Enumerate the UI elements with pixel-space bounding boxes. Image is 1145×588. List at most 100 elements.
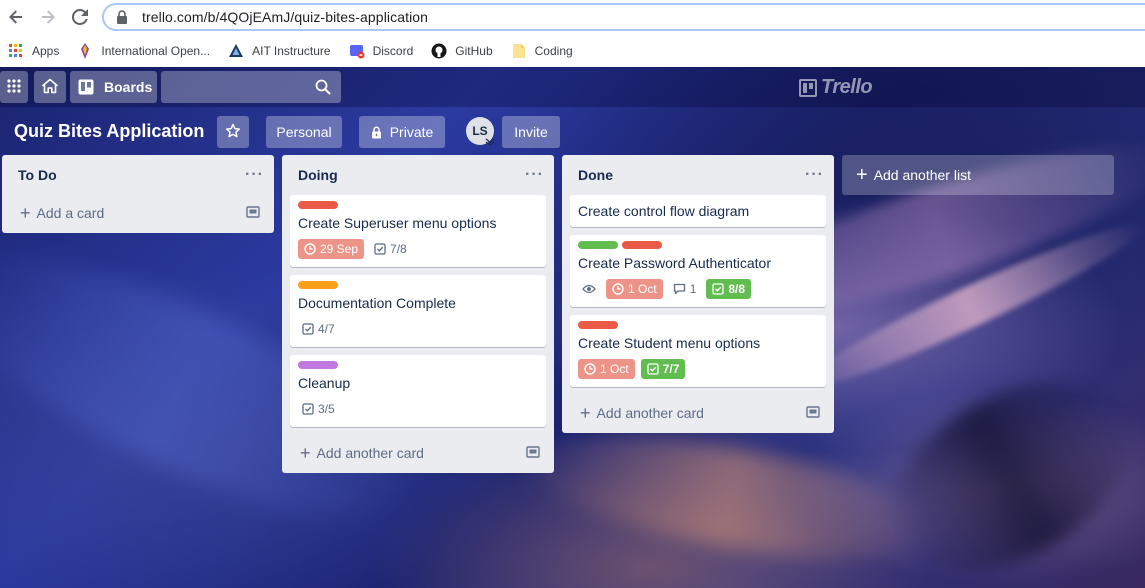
- eye-icon: [582, 283, 596, 295]
- privacy-button[interactable]: Private: [359, 116, 445, 148]
- list-title[interactable]: To Do: [18, 167, 57, 183]
- card-label-orange[interactable]: [298, 281, 338, 289]
- checklist-icon: [647, 363, 659, 375]
- card[interactable]: Create Password Authenticator 1 Oct 1 8/…: [570, 235, 826, 307]
- folder-icon: [511, 43, 527, 59]
- list-menu-icon[interactable]: ···: [245, 166, 264, 184]
- checklist-badge: 7/7: [640, 359, 686, 379]
- search-input[interactable]: [161, 71, 341, 103]
- bookmark-label: Coding: [534, 43, 573, 58]
- bookmark-coding[interactable]: Coding: [511, 43, 573, 59]
- clock-icon: [612, 283, 624, 295]
- card-label-purple[interactable]: [298, 361, 338, 369]
- team-visibility-button[interactable]: Personal: [266, 116, 342, 148]
- trello-logo[interactable]: Trello: [799, 76, 873, 99]
- bookmark-label: Apps: [32, 43, 60, 58]
- checklist-text: 4/7: [318, 322, 335, 336]
- card-label-green[interactable]: [578, 241, 618, 249]
- card-label-red[interactable]: [578, 321, 618, 329]
- bookmark-ait-instructure[interactable]: AIT Instructure: [228, 43, 331, 59]
- board-header: Quiz Bites Application Personal Private …: [0, 107, 1145, 155]
- bookmark-label: Discord: [372, 43, 414, 58]
- url-text: trello.com/b/4QOjEAmJ/quiz-bites-applica…: [142, 9, 429, 25]
- list-title[interactable]: Doing: [298, 167, 338, 183]
- due-date-text: 1 Oct: [600, 362, 629, 376]
- clock-icon: [304, 243, 316, 255]
- search-icon: [315, 79, 331, 98]
- app-switcher-button[interactable]: [0, 71, 28, 103]
- list-to-do: To Do ··· + Add a card: [2, 155, 274, 233]
- due-date-text: 29 Sep: [320, 242, 359, 256]
- lock-icon: [116, 9, 132, 25]
- invite-button[interactable]: Invite: [502, 116, 560, 148]
- list-title[interactable]: Done: [578, 167, 613, 183]
- boards-icon: [78, 79, 94, 95]
- checklist-badge: 3/5: [298, 399, 339, 419]
- trello-logo-icon: [799, 78, 817, 97]
- checklist-icon: [302, 403, 314, 415]
- privacy-label: Private: [389, 124, 434, 140]
- bookmark-github[interactable]: GitHub: [431, 43, 493, 59]
- list-menu-icon[interactable]: ···: [805, 166, 824, 184]
- checklist-icon: [302, 323, 314, 335]
- card-label-red[interactable]: [298, 201, 338, 209]
- checklist-icon: [374, 243, 386, 255]
- card-template-icon[interactable]: [806, 405, 820, 422]
- due-date-badge[interactable]: 29 Sep: [298, 239, 365, 259]
- star-board-button[interactable]: [217, 116, 249, 148]
- bookmark-label: International Open...: [101, 43, 211, 58]
- add-card-label: Add a card: [36, 205, 105, 221]
- plus-icon: +: [300, 443, 311, 463]
- card-title: Create Superuser menu options: [298, 215, 497, 231]
- bookmarks-bar: Apps International Open... AIT Instructu…: [0, 34, 1145, 67]
- bookmark-discord[interactable]: Discord: [349, 43, 414, 59]
- board-title[interactable]: Quiz Bites Application: [14, 121, 204, 142]
- card-template-icon[interactable]: [526, 445, 540, 462]
- card[interactable]: Cleanup 3/5: [290, 355, 546, 427]
- card[interactable]: Create control flow diagram: [570, 195, 826, 227]
- trello-logo-text: Trello: [821, 76, 873, 98]
- card-title: Documentation Complete: [298, 295, 456, 311]
- list-done: Done ··· Create control flow diagram Cre…: [562, 155, 834, 433]
- add-card-label: Add another card: [316, 445, 424, 461]
- add-card-button[interactable]: + Add another card: [562, 395, 834, 431]
- discord-icon: [349, 43, 365, 59]
- avatar-initials: LS: [472, 124, 488, 138]
- due-date-badge[interactable]: 1 Oct: [606, 279, 663, 299]
- card-template-icon[interactable]: [246, 205, 260, 222]
- plus-icon: +: [580, 403, 591, 423]
- card-title: Create Student menu options: [578, 335, 761, 351]
- address-bar[interactable]: trello.com/b/4QOjEAmJ/quiz-bites-applica…: [102, 3, 1145, 31]
- checklist-text: 7/8: [390, 242, 407, 256]
- checklist-badge: 4/7: [298, 319, 339, 339]
- browser-toolbar: trello.com/b/4QOjEAmJ/quiz-bites-applica…: [0, 0, 1145, 34]
- card[interactable]: Create Student menu options 1 Oct 7/7: [570, 315, 826, 387]
- back-arrow-icon[interactable]: [6, 7, 26, 27]
- boards-label: Boards: [104, 79, 153, 95]
- card-title: Create Password Authenticator: [578, 255, 771, 271]
- checklist-badge: 7/8: [370, 239, 411, 259]
- card[interactable]: Create Superuser menu options 29 Sep 7/8: [290, 195, 546, 267]
- add-card-button[interactable]: + Add another card: [282, 435, 554, 471]
- card[interactable]: Documentation Complete 4/7: [290, 275, 546, 347]
- reload-icon[interactable]: [70, 7, 90, 27]
- bookmark-international-open[interactable]: International Open...: [77, 42, 211, 59]
- checklist-text: 7/7: [662, 362, 680, 376]
- add-list-button[interactable]: + Add another list: [842, 155, 1114, 195]
- home-button[interactable]: [34, 71, 66, 103]
- add-card-button[interactable]: + Add a card: [2, 195, 274, 231]
- comments-badge: 1: [669, 279, 701, 299]
- list-menu-icon[interactable]: ···: [525, 166, 544, 184]
- member-avatar[interactable]: LS: [466, 117, 496, 147]
- bookmark-apps[interactable]: Apps: [8, 43, 59, 59]
- boards-button[interactable]: Boards: [70, 71, 157, 103]
- bookmark-favicon-icon: [77, 42, 93, 59]
- card-label-red[interactable]: [622, 241, 662, 249]
- card-title: Create control flow diagram: [578, 203, 750, 219]
- forward-arrow-icon[interactable]: [38, 7, 58, 27]
- apps-grid-icon: [8, 43, 24, 59]
- due-date-badge[interactable]: 1 Oct: [578, 359, 635, 379]
- list-header: To Do ···: [2, 155, 274, 195]
- admin-chevron-icon: [484, 137, 496, 147]
- bookmark-label: AIT Instructure: [252, 43, 331, 58]
